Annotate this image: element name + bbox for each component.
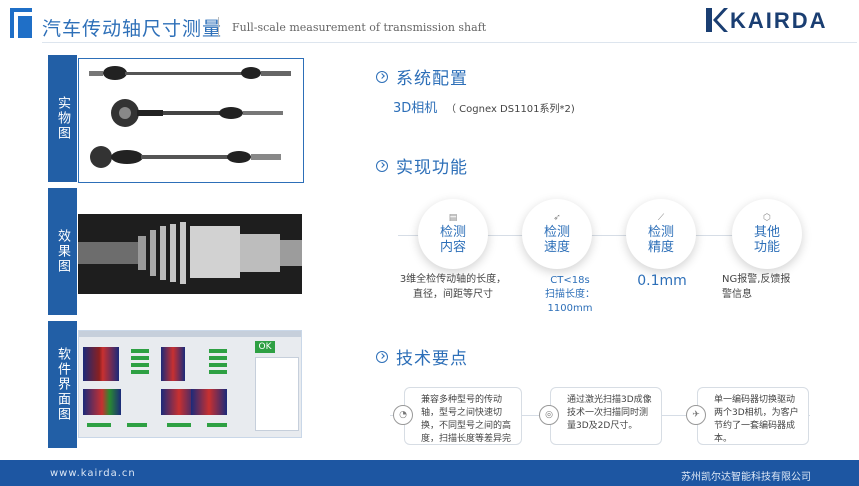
green-indicators-2 [209, 349, 231, 379]
cube-icon: ⬡ [763, 213, 771, 223]
transmission-shaft-photos [89, 66, 291, 168]
tech-point-1: 兼容多种型号的传动轴，型号之间快速切换，不同型号之间的高度，扫描长度等差异完美兼… [404, 387, 522, 445]
heatmap-view-2 [161, 347, 185, 381]
footer-bar: www.kairda.cn 苏州凯尔达智能科技有限公司 [0, 460, 859, 486]
footer-company: 苏州凯尔达智能科技有限公司 [681, 472, 811, 483]
shaft-3d-render [78, 214, 302, 294]
header-rule [42, 42, 857, 43]
green-indicators-1 [131, 349, 153, 379]
photo-panel [78, 58, 304, 183]
chevron-circle-icon [376, 159, 388, 172]
feature-detection-speed: ➶ 检测速度 [522, 199, 592, 269]
rocket-icon: ➶ [553, 213, 561, 223]
heatmap-view-1 [83, 347, 119, 381]
logo-mark-icon [706, 8, 728, 32]
software-ui-panel: OK [78, 330, 302, 438]
page-title: 汽车传动轴尺寸测量 [42, 18, 223, 40]
heatmap-view-5 [191, 389, 227, 415]
scan-icon: ◎ [539, 405, 559, 425]
tab-render-image: 效果图 [48, 188, 77, 315]
content-description: 3维全检传动轴的长度， 直径，间距等尺寸 [399, 274, 507, 300]
title-separator [218, 17, 219, 37]
heatmap-view-3 [83, 389, 121, 415]
feature-detection-content: ▤ 检测内容 [418, 199, 488, 269]
camera-detail: （ Cognex DS1101系列*2) [446, 104, 575, 115]
tech-point-2: 通过激光扫描3D成像技术一次扫描同时测量3D及2D尺寸。 [550, 387, 662, 445]
other-description: NG报警,反馈报 警信息 [722, 274, 791, 300]
render-panel [78, 214, 302, 294]
section-functions-heading: 实现功能 [376, 153, 468, 178]
feature-other: ⬡ 其他功能 [732, 199, 802, 269]
speed-description: CT<18s 扫描长度： 1100mm [545, 275, 595, 314]
compatibility-icon: ◔ [393, 405, 413, 425]
section-config-heading: 系统配置 [376, 64, 468, 89]
page-subtitle: Full-scale measurement of transmission s… [232, 21, 487, 34]
document-icon: ▤ [448, 213, 458, 223]
footer-website[interactable]: www.kairda.cn [50, 468, 136, 479]
header-corner-decoration [10, 8, 32, 38]
precision-value: 0.1mm [637, 273, 687, 289]
green-indicators-bottom [87, 423, 247, 429]
logo-text: KAIRDA [730, 8, 828, 33]
result-list [255, 357, 299, 431]
ruler-icon: ⟋ [657, 213, 665, 223]
chevron-circle-icon [376, 350, 388, 363]
tab-software-ui: 软件界面图 [48, 321, 77, 448]
section-tech-heading: 技术要点 [376, 344, 468, 369]
feature-detection-precision: ⟋ 检测精度 [626, 199, 696, 269]
ok-status-badge: OK [255, 341, 275, 353]
kairda-logo: KAIRDA [704, 6, 844, 36]
tech-point-3: 单一编码器切换驱动两个3D相机，为客户节约了一套编码器成本。 [697, 387, 809, 445]
encoder-icon: ✈ [686, 405, 706, 425]
chevron-circle-icon [376, 70, 388, 83]
software-toolbar [79, 331, 301, 337]
camera-type: 3D相机 [393, 101, 438, 116]
tab-physical-photo: 实物图 [48, 55, 77, 182]
